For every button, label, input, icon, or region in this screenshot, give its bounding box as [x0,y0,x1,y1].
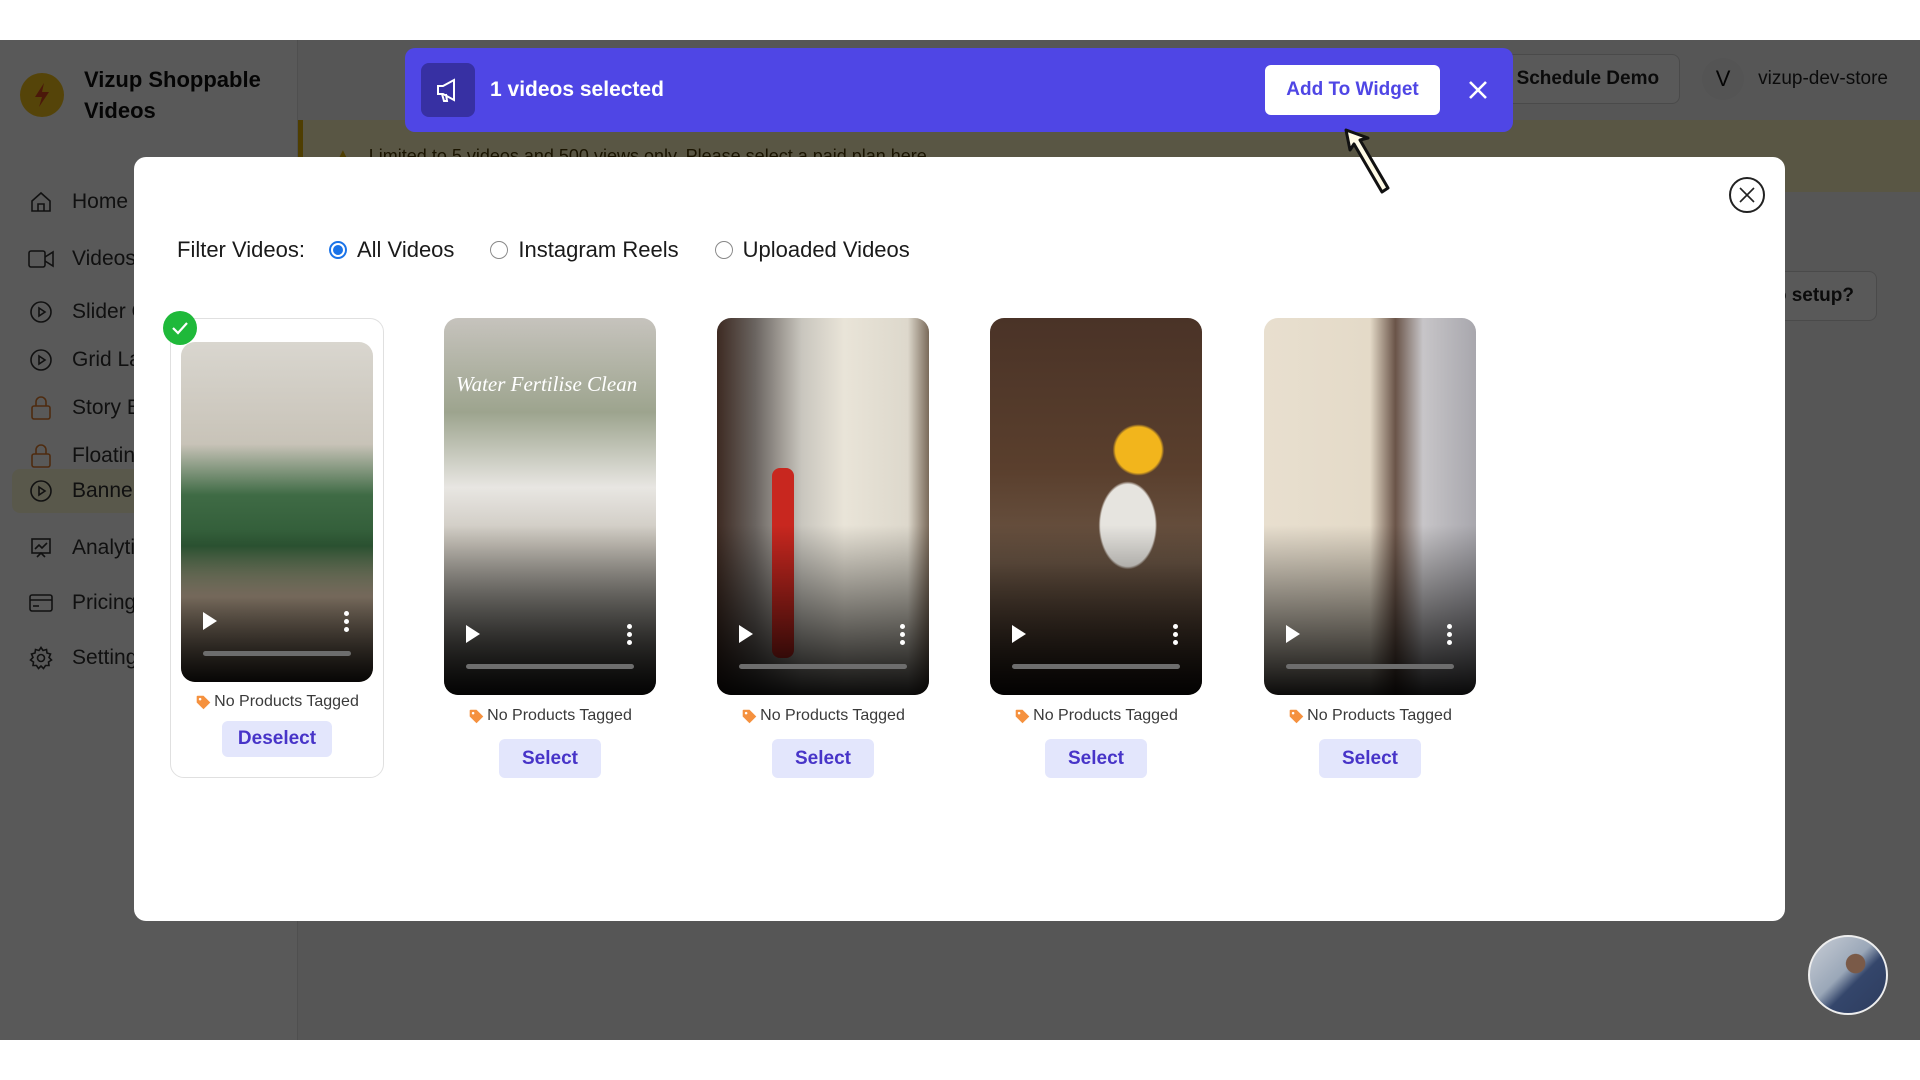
play-icon[interactable] [1286,625,1300,643]
video-card: No Products Tagged Deselect [163,311,384,778]
select-button[interactable]: Select [1319,739,1421,778]
close-icon [1469,81,1487,99]
video-thumbnail[interactable] [990,318,1202,695]
selected-count-text: 1 videos selected [490,78,664,101]
video-progress-bar[interactable] [1286,664,1454,669]
support-chat-avatar[interactable] [1808,935,1888,1015]
product-tag-status: No Products Tagged [717,707,929,725]
more-options-icon[interactable] [1173,624,1178,645]
video-thumbnail[interactable] [717,318,929,695]
tag-icon [1289,709,1304,723]
video-thumbnail[interactable] [181,342,373,682]
tag-icon [1015,709,1030,723]
video-thumbnail[interactable] [1264,318,1476,695]
video-progress-bar[interactable] [203,651,351,656]
tag-icon [742,709,757,723]
video-progress-bar[interactable] [739,664,907,669]
more-options-icon[interactable] [627,624,632,645]
deselect-button[interactable]: Deselect [222,721,332,757]
add-to-widget-button[interactable]: Add To Widget [1265,65,1440,115]
more-options-icon[interactable] [1447,624,1452,645]
modal-close-button[interactable] [1729,177,1765,213]
radio-button[interactable] [714,241,733,259]
filter-option-all-videos[interactable]: All Videos [328,237,455,263]
video-progress-bar[interactable] [466,664,634,669]
more-options-icon[interactable] [900,624,905,645]
video-card: No Products Tagged Select [1264,318,1476,778]
filter-option-instagram-reels[interactable]: Instagram Reels [490,237,679,263]
select-button[interactable]: Select [772,739,874,778]
radio-button[interactable] [490,241,509,259]
filter-videos-row: Filter Videos: All Videos Instagram Reel… [177,237,946,263]
selection-banner: 1 videos selected Add To Widget [405,48,1513,132]
select-button[interactable]: Select [499,739,601,778]
more-options-icon[interactable] [344,611,349,632]
video-picker-modal: Filter Videos: All Videos Instagram Reel… [134,157,1785,921]
filter-label: Filter Videos: [177,237,305,262]
banner-close-button[interactable] [1463,75,1493,105]
video-card: Water Fertilise Clean No Products Tagged… [444,318,656,778]
tag-icon [469,709,484,723]
video-card: No Products Tagged Select [990,318,1202,778]
play-icon[interactable] [739,625,753,643]
video-caption: Water Fertilise Clean [456,372,638,396]
play-icon[interactable] [466,625,480,643]
play-icon[interactable] [1012,625,1026,643]
mouse-cursor-icon [1344,128,1394,203]
close-icon [1739,187,1755,203]
megaphone-icon [421,63,475,117]
product-tag-status: No Products Tagged [990,707,1202,725]
product-tag-status: No Products Tagged [1264,707,1476,725]
product-tag-status: No Products Tagged [171,693,383,711]
select-button[interactable]: Select [1045,739,1147,778]
video-card: No Products Tagged Select [717,318,929,778]
video-thumbnail[interactable]: Water Fertilise Clean [444,318,656,695]
selected-check-icon [163,311,197,345]
filter-option-label: Instagram Reels [518,237,679,262]
filter-option-uploaded-videos[interactable]: Uploaded Videos [714,237,910,263]
filter-option-label: Uploaded Videos [742,237,910,262]
radio-button[interactable] [328,241,347,259]
product-tag-status: No Products Tagged [444,707,656,725]
tag-icon [196,695,211,709]
filter-option-label: All Videos [356,237,455,262]
play-icon[interactable] [203,612,217,630]
video-progress-bar[interactable] [1012,664,1180,669]
